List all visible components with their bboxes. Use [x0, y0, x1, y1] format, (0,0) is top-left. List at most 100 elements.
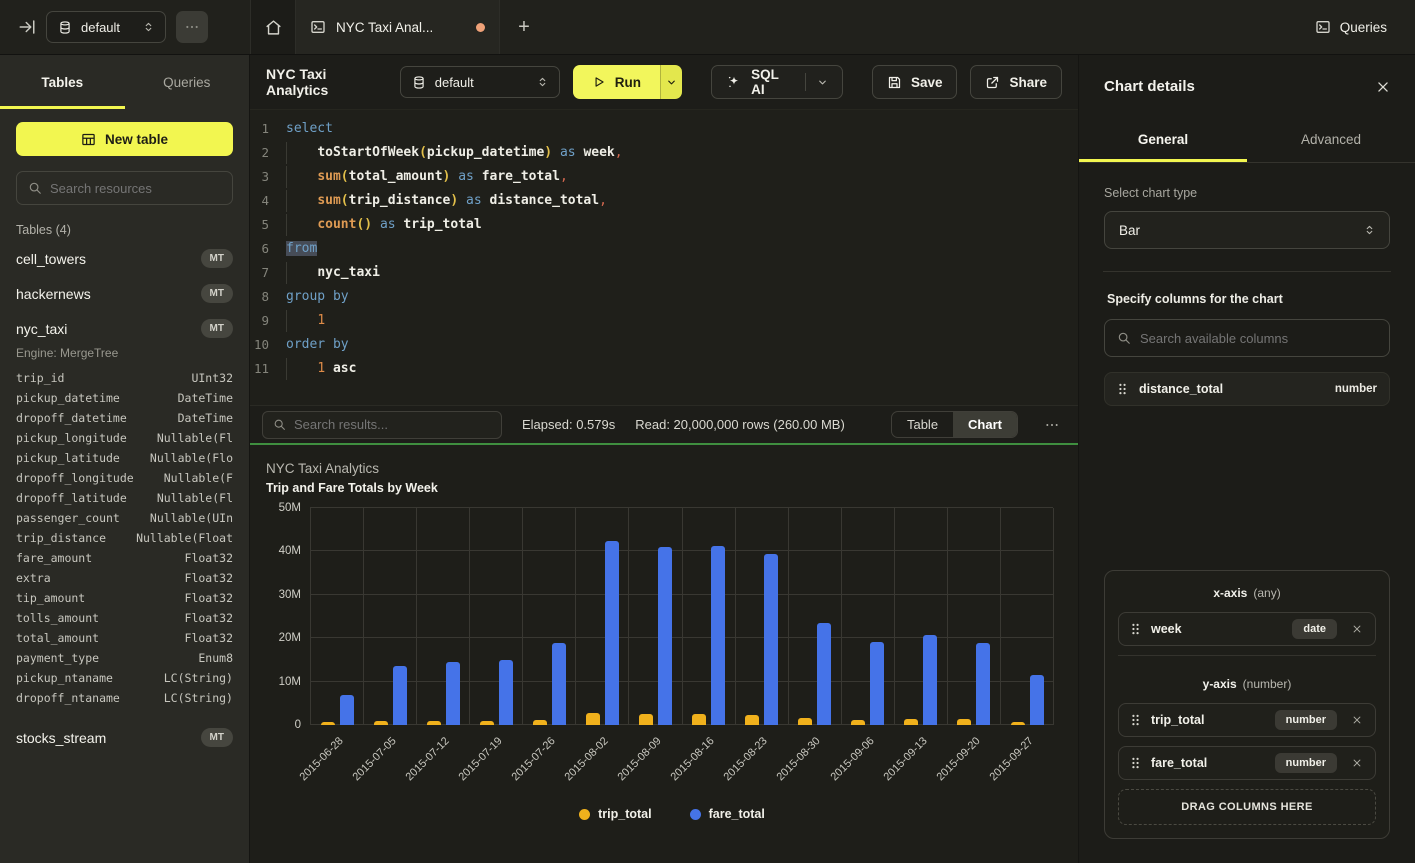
chart-type-select[interactable]: Bar	[1104, 211, 1390, 249]
close-icon[interactable]	[1376, 80, 1390, 94]
code-line: 7 nyc_taxi	[250, 261, 1078, 285]
queries-button[interactable]: Queries	[1340, 20, 1387, 35]
remove-icon[interactable]	[1347, 755, 1367, 771]
new-tab-button[interactable]: +	[500, 0, 548, 54]
database-selector[interactable]: default	[46, 11, 166, 43]
y-axis-column-trip-total[interactable]: trip_total number	[1118, 703, 1376, 737]
run-button-group: Run	[573, 65, 682, 99]
view-toggle-table[interactable]: Table	[892, 412, 953, 437]
column-row: tolls_amountFloat32	[16, 608, 233, 628]
toolbar-database-selector[interactable]: default	[400, 66, 560, 98]
chart-card: NYC Taxi Analytics Trip and Fare Totals …	[250, 443, 1078, 863]
tab-general[interactable]: General	[1079, 118, 1247, 162]
legend-item-trip_total[interactable]: trip_total	[579, 807, 651, 821]
table-item-hackernews[interactable]: hackernews MT	[16, 276, 233, 311]
results-search[interactable]	[262, 411, 502, 439]
sidebar-tab-tables[interactable]: Tables	[0, 55, 125, 109]
bar-group-2015-09-06: 2015-09-06	[841, 508, 894, 725]
remove-icon[interactable]	[1347, 712, 1367, 728]
query-title: NYC Taxi Analytics	[266, 66, 387, 98]
nyc-taxi-columns: trip_idUInt32pickup_datetimeDateTimedrop…	[16, 368, 233, 708]
table-icon	[81, 132, 96, 147]
sidebar-search-input[interactable]	[50, 181, 221, 196]
table-item-cell-towers[interactable]: cell_towers MT	[16, 241, 233, 276]
chart-type-label: Select chart type	[1104, 186, 1390, 200]
results-search-input[interactable]	[294, 417, 491, 432]
more-options-button[interactable]	[176, 11, 208, 43]
columns-search[interactable]	[1104, 319, 1390, 357]
sql-editor[interactable]: 1select2 toStartOfWeek(pickup_datetime) …	[250, 110, 1078, 405]
run-button[interactable]: Run	[573, 65, 660, 99]
database-selector-value: default	[81, 20, 120, 35]
bar-fare_total	[870, 642, 884, 725]
remove-icon[interactable]	[1347, 621, 1367, 637]
x-tick-label: 2015-08-23	[722, 735, 770, 783]
engine-badge: MT	[201, 284, 233, 303]
x-axis-column-week[interactable]: week date	[1118, 612, 1376, 646]
column-row: pickup_ntanameLC(String)	[16, 668, 233, 688]
top-bar: default NYC Taxi Anal... +	[0, 0, 1415, 55]
engine-badge: MT	[201, 319, 233, 338]
y-axis-section: y-axis(number) trip_total number	[1105, 662, 1389, 838]
tab-advanced[interactable]: Advanced	[1247, 118, 1415, 162]
queries-icon	[1315, 19, 1331, 35]
chevron-updown-icon	[537, 75, 548, 89]
drag-columns-dropzone[interactable]: DRAG COLUMNS HERE	[1118, 789, 1376, 825]
play-icon	[592, 75, 606, 89]
columns-search-input[interactable]	[1140, 331, 1377, 346]
drag-handle-icon[interactable]	[1130, 622, 1141, 636]
sidebar-tab-queries[interactable]: Queries	[125, 55, 250, 109]
chart-details-header: Chart details	[1079, 55, 1415, 118]
table-item-nyc-taxi[interactable]: nyc_taxi MT	[16, 311, 233, 346]
divider	[1118, 655, 1376, 656]
column-row: dropoff_datetimeDateTime	[16, 408, 233, 428]
results-more-button[interactable]	[1038, 417, 1066, 433]
chart-y-axis-labels: 010M20M30M40M50M	[266, 508, 310, 725]
bar-trip_total	[745, 715, 759, 725]
bar-fare_total	[923, 635, 937, 725]
new-table-button[interactable]: New table	[16, 122, 233, 156]
y-axis-column-fare-total[interactable]: fare_total number	[1118, 746, 1376, 780]
code-line: 10order by	[250, 333, 1078, 357]
bar-group-2015-09-13: 2015-09-13	[894, 508, 947, 725]
chart-subtitle: Trip and Fare Totals by Week	[266, 481, 1078, 495]
share-button[interactable]: Share	[970, 65, 1062, 99]
bar-fare_total	[340, 695, 354, 725]
column-row: pickup_latitudeNullable(Flo	[16, 448, 233, 468]
tab-nyc-taxi-analytics[interactable]: NYC Taxi Anal...	[296, 0, 500, 54]
column-row: tip_amountFloat32	[16, 588, 233, 608]
bar-fare_total	[976, 643, 990, 725]
column-type-badge: number	[1275, 710, 1337, 730]
axes-config-box: x-axis(any) week date	[1104, 570, 1390, 839]
y-tick-label: 30M	[279, 589, 301, 601]
bar-trip_total	[957, 719, 971, 725]
drag-handle-icon[interactable]	[1117, 382, 1128, 396]
sidebar-search[interactable]	[16, 171, 233, 205]
collapse-sidebar-icon[interactable]	[18, 18, 36, 36]
chart-plot: 2015-06-282015-07-052015-07-122015-07-19…	[310, 508, 1054, 725]
search-icon	[28, 181, 42, 195]
legend-item-fare_total[interactable]: fare_total	[690, 807, 765, 821]
chart-legend: trip_total fare_total	[266, 807, 1078, 821]
available-column-distance-total[interactable]: distance_total number	[1104, 372, 1390, 406]
code-line: 3 sum(total_amount) as fare_total,	[250, 165, 1078, 189]
column-row: fare_amountFloat32	[16, 548, 233, 568]
table-item-stocks-stream[interactable]: stocks_stream MT	[16, 720, 233, 755]
sidebar-table-list: Tables (4) cell_towers MT hackernews MT …	[0, 205, 249, 863]
run-options-button[interactable]	[660, 65, 682, 99]
bar-fare_total	[711, 546, 725, 725]
chart-details-body: Select chart type Bar Specify columns fo…	[1079, 163, 1415, 863]
view-toggle-chart[interactable]: Chart	[953, 412, 1017, 437]
bar-fare_total	[817, 623, 831, 725]
home-button[interactable]	[250, 0, 296, 54]
x-tick-label: 2015-09-13	[881, 735, 929, 783]
y-tick-label: 20M	[279, 632, 301, 644]
chevron-down-icon[interactable]	[817, 77, 828, 88]
drag-handle-icon[interactable]	[1130, 756, 1141, 770]
x-tick-label: 2015-08-02	[563, 735, 611, 783]
sql-ai-button[interactable]: SQL AI	[711, 65, 843, 99]
bar-fare_total	[552, 643, 566, 725]
drag-handle-icon[interactable]	[1130, 713, 1141, 727]
save-button[interactable]: Save	[872, 65, 958, 99]
toolbar-database-value: default	[435, 75, 474, 90]
